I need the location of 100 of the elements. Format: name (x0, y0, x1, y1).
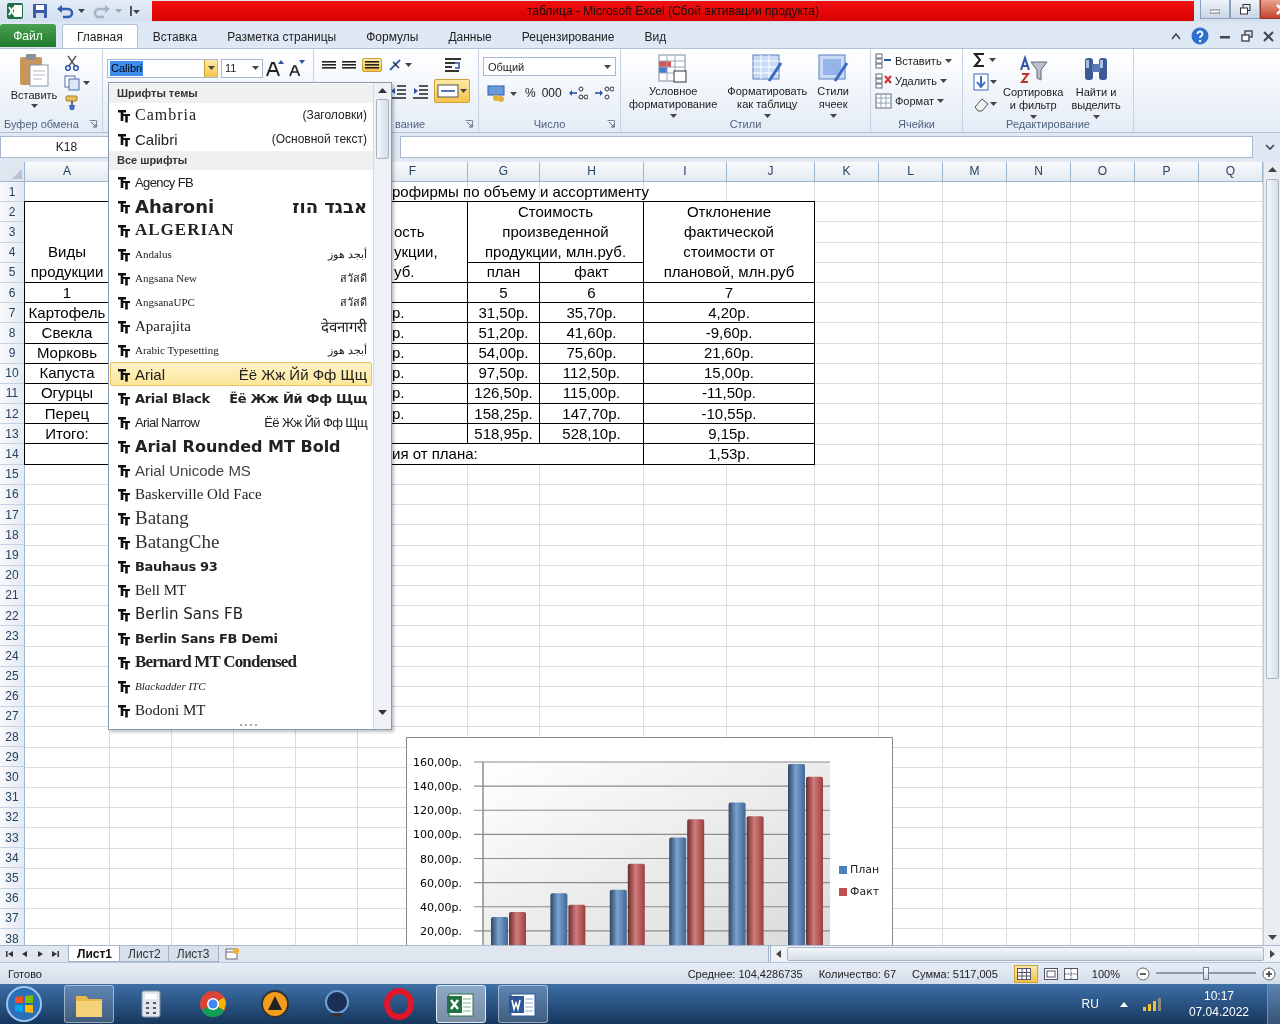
restore-icon[interactable] (1241, 30, 1253, 42)
sheet-tab[interactable]: Лист3 (167, 946, 219, 962)
caret-icon[interactable] (78, 8, 85, 14)
paste-button[interactable]: Вставить (4, 53, 64, 116)
ribbon-tab[interactable]: Формулы (351, 24, 434, 48)
page-layout-icon[interactable] (1043, 967, 1058, 980)
wrap-text-icon[interactable] (444, 56, 462, 74)
collapse-ribbon-icon[interactable] (1171, 32, 1181, 40)
row-header[interactable]: 8 (0, 323, 25, 344)
row-header[interactable]: 37 (0, 908, 25, 929)
row-header[interactable]: 29 (0, 747, 25, 768)
font-menu-item[interactable]: Berlin Sans FB (110, 602, 372, 626)
column-header[interactable]: N (1007, 162, 1071, 182)
file-tab[interactable]: Файл (0, 24, 56, 47)
tray-arrow-icon[interactable] (1118, 1000, 1129, 1008)
ribbon-button[interactable]: Удалить (875, 72, 958, 89)
caret-icon[interactable] (252, 65, 259, 71)
vertical-scrollbar[interactable] (1263, 162, 1280, 945)
row-header[interactable]: 32 (0, 807, 25, 828)
percent-button[interactable]: % (525, 86, 536, 100)
column-header[interactable]: Q (1199, 162, 1263, 182)
currency-icon[interactable] (487, 84, 519, 102)
font-menu-item[interactable]: Cambria (Заголовки) (110, 103, 372, 127)
column-header[interactable]: P (1135, 162, 1199, 182)
scroll-thumb[interactable] (376, 99, 389, 159)
dialog-launcher-icon[interactable] (607, 120, 615, 128)
font-menu-item[interactable]: Blackadder ITC (110, 674, 372, 698)
ribbon-tab[interactable]: Рецензирование (506, 24, 630, 48)
row-header[interactable]: 34 (0, 848, 25, 869)
horizontal-scrollbar[interactable] (768, 946, 1280, 962)
row-header[interactable]: 28 (0, 727, 25, 748)
number-format-field[interactable]: Общий (483, 57, 616, 76)
save-icon[interactable] (32, 3, 48, 19)
row-header[interactable]: 23 (0, 626, 25, 647)
ribbon-button[interactable]: Стили ячеек (815, 51, 852, 116)
row-header[interactable]: 15 (0, 464, 25, 485)
fill-down-icon[interactable] (973, 73, 997, 91)
customize-icon[interactable] (130, 5, 140, 17)
text-orientation-icon[interactable] (388, 57, 412, 73)
row-header[interactable]: 2 (0, 202, 25, 223)
sum-icon[interactable] (973, 52, 997, 68)
scissors-icon[interactable] (64, 55, 80, 71)
font-menu-item[interactable]: BatangChe (110, 530, 372, 554)
page-break-icon[interactable] (1063, 967, 1078, 980)
first-sheet-icon[interactable] (4, 948, 16, 960)
column-header[interactable]: K (815, 162, 879, 182)
column-header[interactable]: H (540, 162, 644, 182)
close-icon[interactable] (1263, 30, 1274, 42)
dialog-launcher-icon[interactable] (465, 120, 473, 128)
row-header[interactable]: 14 (0, 444, 25, 465)
sheet-tab[interactable]: Лист2 (119, 946, 170, 962)
row-header[interactable]: 24 (0, 646, 25, 667)
normal-view-button[interactable] (1013, 964, 1038, 983)
column-header[interactable]: A (25, 162, 110, 182)
undo-icon[interactable] (56, 3, 74, 19)
font-menu-item[interactable]: Bodoni MT (110, 698, 372, 722)
column-header[interactable]: J (727, 162, 815, 182)
column-header[interactable]: I (644, 162, 727, 182)
row-header[interactable]: 31 (0, 787, 25, 808)
scroll-thumb[interactable] (787, 947, 1264, 961)
ribbon-button[interactable]: Формат (875, 92, 958, 109)
taskbar-button[interactable] (436, 985, 486, 1023)
row-header[interactable]: 3 (0, 222, 25, 243)
zoom-in-icon[interactable] (1262, 966, 1276, 981)
font-menu-item[interactable]: Bernard MT Condensed (110, 650, 372, 674)
ribbon-button[interactable]: Вставить (875, 52, 958, 69)
ribbon-button[interactable]: Форматировать как таблицу (725, 51, 810, 116)
row-header[interactable]: 12 (0, 404, 25, 425)
ribbon-tab[interactable]: Вид (629, 24, 682, 48)
align-middle-icon[interactable] (342, 61, 356, 69)
restore-button[interactable] (1230, 0, 1260, 19)
copy-icon[interactable] (64, 75, 90, 91)
row-header[interactable]: 36 (0, 888, 25, 909)
signal-icon[interactable] (1140, 996, 1161, 1012)
caret-icon[interactable] (604, 63, 611, 70)
ribbon-button[interactable]: Сортировка и фильтр (1001, 52, 1066, 116)
font-menu-item[interactable]: Arial Ёё Жж Йй Фф Щщ (110, 362, 372, 386)
font-menu-item[interactable]: Baskerville Old Face (110, 482, 372, 506)
zoom-level[interactable]: 100% (1091, 967, 1120, 980)
ribbon-tab[interactable]: Данные (433, 24, 507, 48)
slider-thumb[interactable] (1203, 967, 1209, 980)
align-bottom-button[interactable] (362, 58, 382, 72)
font-menu-item[interactable]: Bell MT (110, 578, 372, 602)
row-header[interactable]: 1 (0, 182, 25, 203)
start-button-icon[interactable] (4, 984, 44, 1024)
increase-indent-icon[interactable] (412, 83, 428, 99)
help-icon[interactable] (1191, 27, 1209, 45)
row-header[interactable]: 30 (0, 767, 25, 788)
decrease-indent-icon[interactable] (390, 83, 406, 99)
font-menu-item[interactable]: Berlin Sans FB Demi (110, 626, 372, 650)
row-header[interactable]: 13 (0, 424, 25, 445)
ribbon-tab[interactable]: Разметка страницы (212, 24, 352, 48)
clock-date[interactable]: 07.04.2022 (1188, 1004, 1249, 1020)
row-header[interactable]: 25 (0, 666, 25, 687)
formula-field[interactable] (400, 136, 1253, 158)
row-header[interactable]: 35 (0, 868, 25, 889)
dropdown-button[interactable] (204, 59, 217, 77)
row-header[interactable]: 20 (0, 565, 25, 586)
column-header[interactable]: G (468, 162, 540, 182)
resize-grip-icon[interactable] (239, 723, 259, 727)
